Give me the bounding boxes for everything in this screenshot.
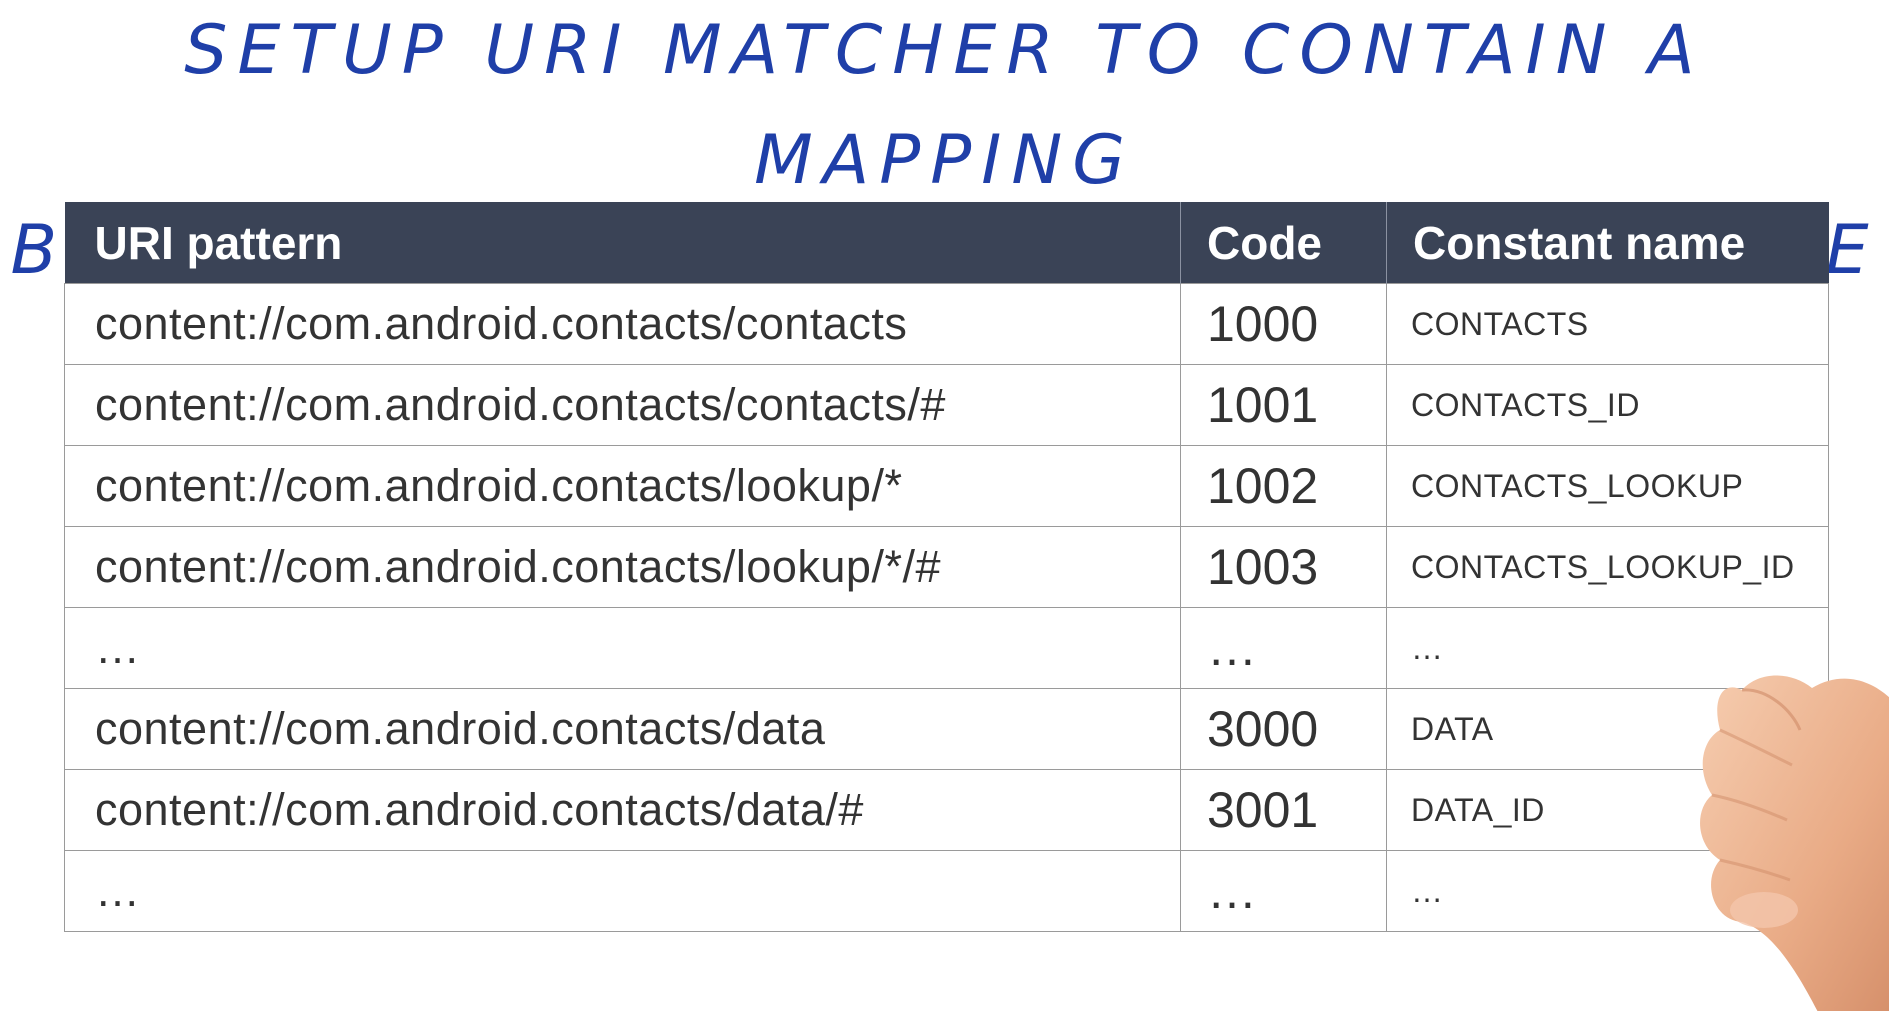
constant-name-cell: CONTACTS_LOOKUP_ID: [1386, 526, 1829, 608]
code-cell: 1001: [1180, 364, 1387, 446]
code-cell: …: [1180, 850, 1387, 932]
uri-pattern-cell: …: [64, 607, 1181, 689]
table-row: content://com.android.contacts/lookup/*/…: [64, 526, 1829, 608]
table-row: content://com.android.contacts/data 3000…: [64, 688, 1829, 770]
uri-pattern-cell: content://com.android.contacts/data/#: [64, 769, 1181, 851]
uri-pattern-cell: …: [64, 850, 1181, 932]
table-row: content://com.android.contacts/data/# 30…: [64, 769, 1829, 851]
code-cell: 1002: [1180, 445, 1387, 527]
uri-pattern-cell: content://com.android.contacts/contacts/…: [64, 364, 1181, 446]
constant-name-cell: CONTACTS: [1386, 283, 1829, 365]
header-code: Code: [1180, 202, 1387, 284]
code-cell: 3001: [1180, 769, 1387, 851]
table-row: content://com.android.contacts/contacts/…: [64, 364, 1829, 446]
table-row: … … …: [64, 607, 1829, 689]
table-row: … … …: [64, 850, 1829, 932]
constant-name-cell: CONTACTS_LOOKUP: [1386, 445, 1829, 527]
constant-name-cell: CONTACTS_ID: [1386, 364, 1829, 446]
uri-pattern-cell: content://com.android.contacts/data: [64, 688, 1181, 770]
table-row: content://com.android.contacts/lookup/* …: [64, 445, 1829, 527]
uri-matcher-table: URI pattern Code Constant name content:/…: [64, 202, 1829, 932]
uri-pattern-cell: content://com.android.contacts/contacts: [64, 283, 1181, 365]
header-constant-name: Constant name: [1386, 202, 1829, 284]
table-row: content://com.android.contacts/contacts …: [64, 283, 1829, 365]
header-uri-pattern: URI pattern: [64, 202, 1181, 284]
code-cell: 3000: [1180, 688, 1387, 770]
code-cell: …: [1180, 607, 1387, 689]
uri-pattern-cell: content://com.android.contacts/lookup/*: [64, 445, 1181, 527]
title-line-1: Setup URI Matcher to contain a mapping: [184, 11, 1705, 200]
slide: Setup URI Matcher to contain a mapping b…: [0, 0, 1889, 1011]
code-cell: 1000: [1180, 283, 1387, 365]
presenter-hand-image: [1700, 675, 1889, 1011]
code-cell: 1003: [1180, 526, 1387, 608]
table-header-row: URI pattern Code Constant name: [64, 202, 1829, 284]
uri-pattern-cell: content://com.android.contacts/lookup/*/…: [64, 526, 1181, 608]
